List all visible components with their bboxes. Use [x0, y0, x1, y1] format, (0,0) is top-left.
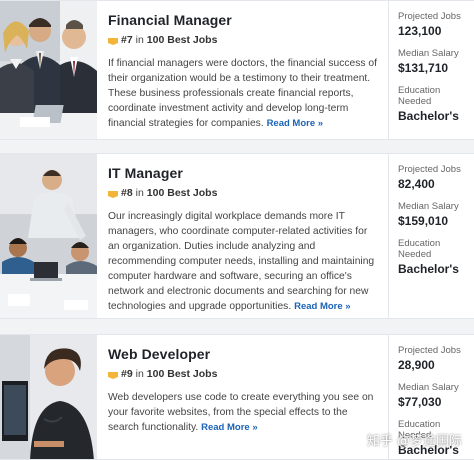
job-body: IT Manager #8 in 100 Best Jobs Our incre…	[97, 154, 388, 318]
job-card: IT Manager #8 in 100 Best Jobs Our incre…	[0, 153, 474, 319]
median-salary-label: Median Salary	[398, 48, 459, 59]
rank-list-link[interactable]: 100 Best Jobs	[147, 187, 218, 200]
web-developer-photo	[0, 335, 97, 459]
read-more-link[interactable]: Read More »	[201, 422, 258, 433]
job-body: Web Developer #9 in 100 Best Jobs Web de…	[97, 335, 388, 459]
rank-badge-icon	[108, 371, 118, 379]
rank-number: #8	[121, 187, 133, 199]
median-salary-label: Median Salary	[398, 382, 459, 393]
it-team-photo	[0, 154, 97, 318]
projected-jobs-value: 82,400	[398, 177, 435, 191]
median-salary-label: Median Salary	[398, 201, 459, 212]
rank-list-link[interactable]: 100 Best Jobs	[147, 368, 218, 381]
rank-number: #7	[121, 34, 133, 46]
rank-number: #9	[121, 368, 133, 380]
job-title[interactable]: IT Manager	[108, 165, 378, 182]
education-label: Education Needed	[398, 85, 441, 107]
watermark: 知乎 @梦途国际	[366, 434, 462, 449]
median-salary-value: $131,710	[398, 61, 449, 75]
projected-jobs-value: 123,100	[398, 24, 442, 38]
job-description: If financial managers were doctors, the …	[108, 56, 378, 131]
projected-jobs-value: 28,900	[398, 358, 435, 372]
job-list: Financial Manager #7 in 100 Best Jobs If…	[0, 0, 474, 460]
projected-jobs-label: Projected Jobs	[398, 345, 461, 356]
job-photo[interactable]	[0, 154, 97, 318]
job-title[interactable]: Web Developer	[108, 346, 378, 363]
job-body: Financial Manager #7 in 100 Best Jobs If…	[97, 1, 388, 139]
job-photo[interactable]	[0, 1, 97, 139]
business-team-photo	[0, 1, 97, 139]
job-description-text: If financial managers were doctors, the …	[108, 58, 377, 129]
rank-list-link[interactable]: 100 Best Jobs	[147, 34, 218, 47]
job-rank: #8 in 100 Best Jobs	[108, 187, 378, 200]
rank-badge-icon	[108, 190, 118, 198]
education-value: Bachelor's	[398, 262, 459, 276]
education-label: Education Needed	[398, 238, 441, 260]
projected-jobs-label: Projected Jobs	[398, 11, 461, 22]
rank-badge-icon	[108, 37, 118, 45]
job-photo[interactable]	[0, 335, 97, 459]
median-salary-value: $77,030	[398, 395, 442, 409]
read-more-link[interactable]: Read More »	[294, 301, 351, 312]
job-rank: #7 in 100 Best Jobs	[108, 34, 378, 47]
rank-in: in	[135, 368, 144, 380]
education-value: Bachelor's	[398, 109, 459, 123]
job-description: Our increasingly digital workplace deman…	[108, 209, 378, 314]
job-description-text: Our increasingly digital workplace deman…	[108, 211, 375, 312]
job-stats: Projected Jobs 123,100 Median Salary $13…	[388, 1, 474, 139]
job-stats: Projected Jobs 82,400 Median Salary $159…	[388, 154, 474, 318]
job-description: Web developers use code to create everyt…	[108, 390, 378, 435]
job-title[interactable]: Financial Manager	[108, 12, 378, 29]
rank-in: in	[135, 34, 144, 46]
projected-jobs-label: Projected Jobs	[398, 164, 461, 175]
job-card: Financial Manager #7 in 100 Best Jobs If…	[0, 0, 474, 140]
job-rank: #9 in 100 Best Jobs	[108, 368, 378, 381]
read-more-link[interactable]: Read More »	[267, 118, 324, 129]
rank-in: in	[135, 187, 144, 199]
median-salary-value: $159,010	[398, 214, 449, 228]
